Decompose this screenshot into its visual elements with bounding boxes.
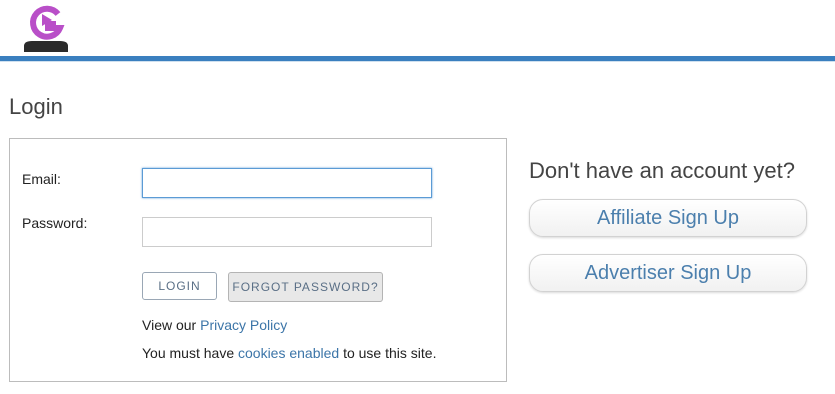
privacy-policy-link[interactable]: Privacy Policy bbox=[200, 317, 287, 333]
email-label: Email: bbox=[22, 171, 61, 187]
email-field[interactable] bbox=[142, 168, 432, 198]
cookies-notice: You must have cookies enabled to use thi… bbox=[142, 345, 436, 361]
login-form: Email: Password: LOGIN FORGOT PASSWORD? … bbox=[9, 138, 507, 382]
forgot-password-button[interactable]: FORGOT PASSWORD? bbox=[228, 272, 383, 302]
header-accent-shadow bbox=[0, 61, 835, 62]
signup-heading: Don't have an account yet? bbox=[529, 158, 795, 183]
site-header bbox=[0, 0, 835, 56]
login-button[interactable]: LOGIN bbox=[142, 272, 217, 300]
advertiser-signup-button[interactable]: Advertiser Sign Up bbox=[529, 254, 807, 292]
password-label: Password: bbox=[22, 215, 88, 231]
cookies-prefix: You must have bbox=[142, 345, 238, 361]
brand-logo-icon[interactable] bbox=[20, 2, 72, 52]
privacy-prefix: View our bbox=[142, 317, 201, 333]
cookies-enabled-link[interactable]: cookies enabled bbox=[238, 345, 339, 361]
cookies-suffix: to use this site. bbox=[339, 345, 437, 361]
privacy-line: View our Privacy Policy bbox=[142, 317, 287, 333]
affiliate-signup-button[interactable]: Affiliate Sign Up bbox=[529, 199, 807, 237]
password-field[interactable] bbox=[142, 217, 432, 247]
page-title: Login bbox=[9, 94, 63, 119]
